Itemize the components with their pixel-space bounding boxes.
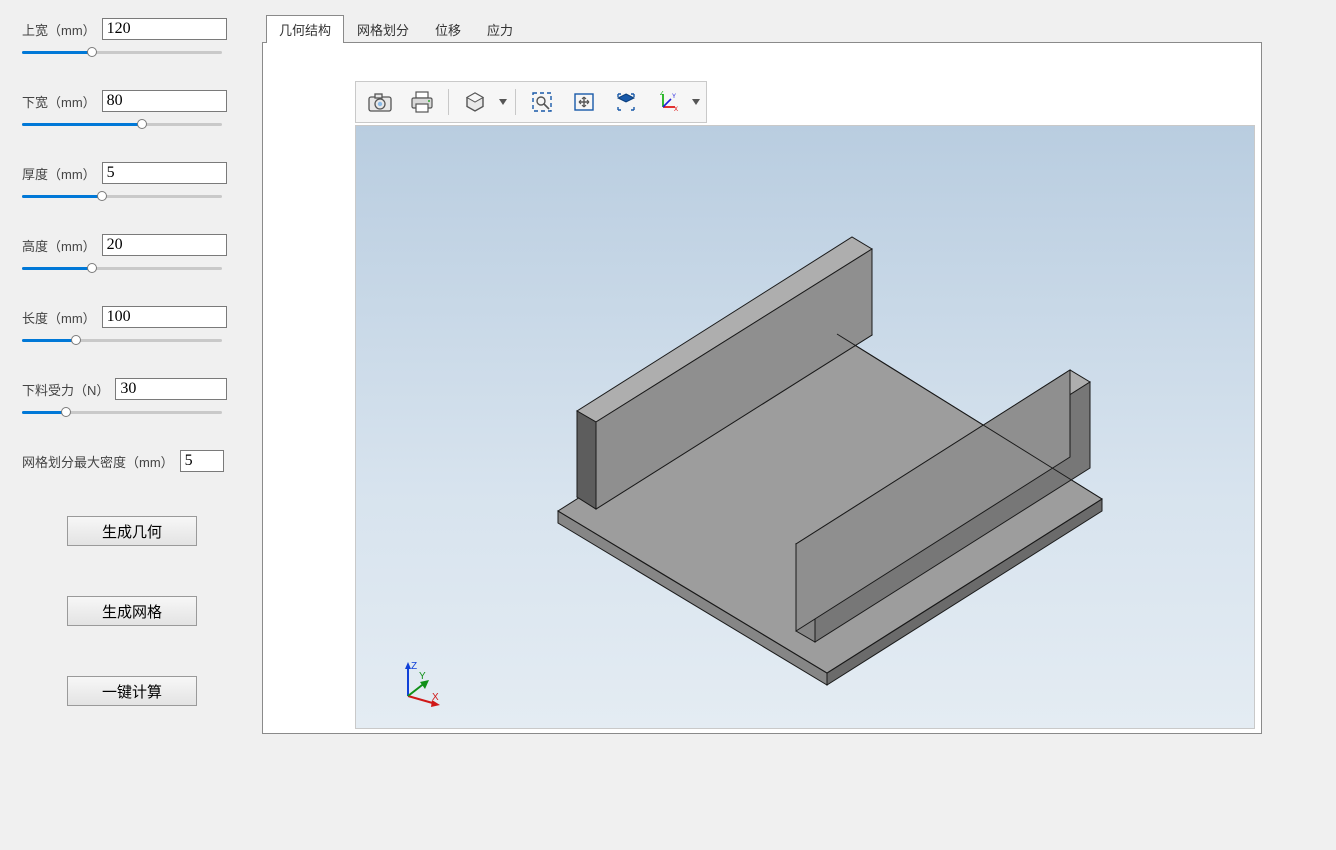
chevron-down-icon — [499, 99, 507, 105]
length-input[interactable] — [102, 306, 227, 328]
thickness-input[interactable] — [102, 162, 227, 184]
print-icon — [410, 91, 434, 113]
render-mode-dropdown[interactable] — [497, 86, 509, 118]
param-row-upper-width: 上宽（mm） — [22, 18, 227, 40]
geometry-render — [356, 126, 1255, 729]
upper-width-slider[interactable] — [22, 46, 222, 60]
tab-geometry[interactable]: 几何结构 — [266, 15, 344, 43]
tab-displacement[interactable]: 位移 — [422, 15, 474, 43]
main-panel: 几何结构 网格划分 位移 应力 — [262, 16, 1262, 736]
zoom-fit-button[interactable] — [564, 86, 604, 118]
generate-geometry-button[interactable]: 生成几何 — [67, 516, 197, 546]
snapshot-icon — [368, 92, 392, 112]
param-row-height: 高度（mm） — [22, 234, 227, 256]
param-label: 高度（mm） — [22, 236, 96, 255]
lower-width-slider[interactable] — [22, 118, 222, 132]
param-row-mesh-density: 网格划分最大密度（mm） — [22, 450, 227, 472]
axis-triad-icon: Z Y X — [657, 91, 679, 113]
isometric-view-icon — [615, 91, 637, 113]
svg-text:Y: Y — [672, 94, 676, 100]
toolbar-separator — [515, 89, 516, 115]
param-row-thickness: 厚度（mm） — [22, 162, 227, 184]
svg-text:Y: Y — [419, 671, 426, 682]
toolbar-separator — [448, 89, 449, 115]
axis-view-dropdown[interactable] — [690, 86, 702, 118]
parameter-sidebar: 上宽（mm） 下宽（mm） 厚度（mm） 高度（mm） — [0, 0, 245, 850]
height-input[interactable] — [102, 234, 227, 256]
param-label: 上宽（mm） — [22, 20, 96, 39]
height-slider[interactable] — [22, 262, 222, 276]
svg-text:Z: Z — [411, 661, 417, 672]
print-button[interactable] — [402, 86, 442, 118]
tab-mesh[interactable]: 网格划分 — [344, 15, 422, 43]
param-row-lower-width: 下宽（mm） — [22, 90, 227, 112]
geometry-viewport[interactable]: Z X Y — [355, 125, 1255, 729]
param-label: 厚度（mm） — [22, 164, 96, 183]
render-mode-button[interactable] — [455, 86, 495, 118]
length-slider[interactable] — [22, 334, 222, 348]
render-mode-icon — [464, 91, 486, 113]
force-slider[interactable] — [22, 406, 222, 420]
snapshot-button[interactable] — [360, 86, 400, 118]
zoom-fit-icon — [572, 91, 596, 113]
force-input[interactable] — [115, 378, 227, 400]
zoom-selection-icon — [531, 91, 553, 113]
svg-text:X: X — [674, 107, 678, 113]
param-label: 长度（mm） — [22, 308, 96, 327]
param-row-force: 下料受力（N） — [22, 378, 227, 400]
axis-view-button[interactable]: Z Y X — [648, 86, 688, 118]
calculate-button[interactable]: 一键计算 — [67, 676, 197, 706]
param-label: 下宽（mm） — [22, 92, 96, 111]
view-tabs: 几何结构 网格划分 位移 应力 — [262, 16, 1262, 42]
svg-text:Z: Z — [660, 91, 664, 97]
viewport-frame: Z Y X — [262, 42, 1262, 734]
chevron-down-icon — [692, 99, 700, 105]
view-triad: Z X Y — [396, 660, 444, 708]
param-label: 网格划分最大密度（mm） — [22, 452, 174, 471]
zoom-selection-button[interactable] — [522, 86, 562, 118]
isometric-view-button[interactable] — [606, 86, 646, 118]
viewport-toolbar: Z Y X — [355, 81, 707, 123]
lower-width-input[interactable] — [102, 90, 227, 112]
svg-text:X: X — [432, 692, 439, 703]
tab-stress[interactable]: 应力 — [474, 15, 526, 43]
mesh-density-input[interactable] — [180, 450, 224, 472]
upper-width-input[interactable] — [102, 18, 227, 40]
thickness-slider[interactable] — [22, 190, 222, 204]
param-row-length: 长度（mm） — [22, 306, 227, 328]
param-label: 下料受力（N） — [22, 380, 109, 399]
generate-mesh-button[interactable]: 生成网格 — [67, 596, 197, 626]
